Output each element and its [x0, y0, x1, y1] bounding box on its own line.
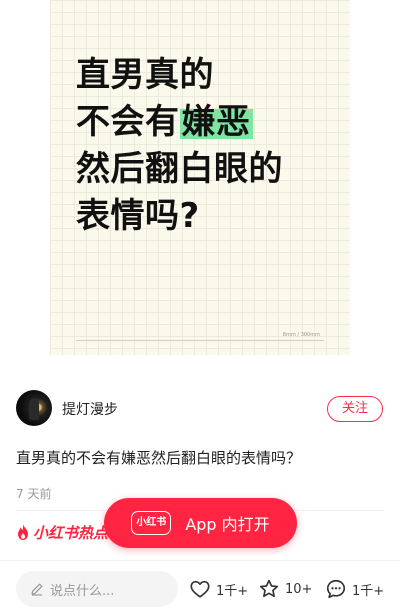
- cover-headline: 直男真的 不会有嫌恶 然后翻白眼的 表情吗?: [76, 52, 346, 240]
- star-icon: [259, 579, 279, 598]
- brand-text: 小红书热点: [33, 523, 109, 542]
- like-count: 1千+: [216, 583, 249, 599]
- open-in-app-label: App 内打开: [185, 515, 270, 534]
- avatar[interactable]: [16, 390, 52, 426]
- cover-line-1: 直男真的: [76, 55, 214, 95]
- comment-icon: [326, 579, 346, 599]
- cover-line-3: 然后翻白眼的: [76, 149, 283, 189]
- comment-count: 1千+: [352, 583, 385, 599]
- post-time: 7 天前: [16, 487, 52, 501]
- cover-line-2-text: 不会有: [76, 102, 180, 142]
- cover-highlight: 嫌恶: [179, 102, 253, 142]
- open-in-app-button[interactable]: 小红书 App 内打开: [104, 498, 297, 548]
- comment-button[interactable]: 1千+: [325, 577, 384, 601]
- brand-hot-topics[interactable]: 小红书热点: [16, 522, 108, 542]
- note-cover[interactable]: 直男真的 不会有嫌恶 然后翻白眼的 表情吗? 8mm / 300mm: [0, 0, 400, 355]
- author-name[interactable]: 提灯漫步: [62, 399, 118, 419]
- bottom-bar-divider: [0, 560, 400, 561]
- heart-icon: [190, 580, 210, 598]
- follow-button[interactable]: 关注: [327, 396, 383, 422]
- cover-line-2: 不会有嫌恶: [76, 99, 346, 146]
- cover-meta: 8mm / 300mm: [282, 332, 320, 338]
- favorite-count: 10+: [285, 581, 313, 597]
- avatar-figure: [29, 398, 39, 420]
- post-title: 直男真的不会有嫌恶然后翻白眼的表情吗？: [16, 449, 302, 467]
- cover-rule: [76, 340, 324, 341]
- like-button[interactable]: 1千+: [189, 577, 248, 601]
- comment-placeholder: 说点什么...: [50, 583, 115, 599]
- pencil-icon: [31, 583, 43, 596]
- app-logo: 小红书: [131, 511, 172, 535]
- cover-image[interactable]: 直男真的 不会有嫌恶 然后翻白眼的 表情吗? 8mm / 300mm: [50, 0, 350, 355]
- cover-line-4: 表情吗?: [76, 196, 200, 236]
- flame-icon: [18, 524, 28, 540]
- favorite-button[interactable]: 10+: [258, 577, 312, 601]
- comment-input[interactable]: 说点什么...: [16, 571, 178, 607]
